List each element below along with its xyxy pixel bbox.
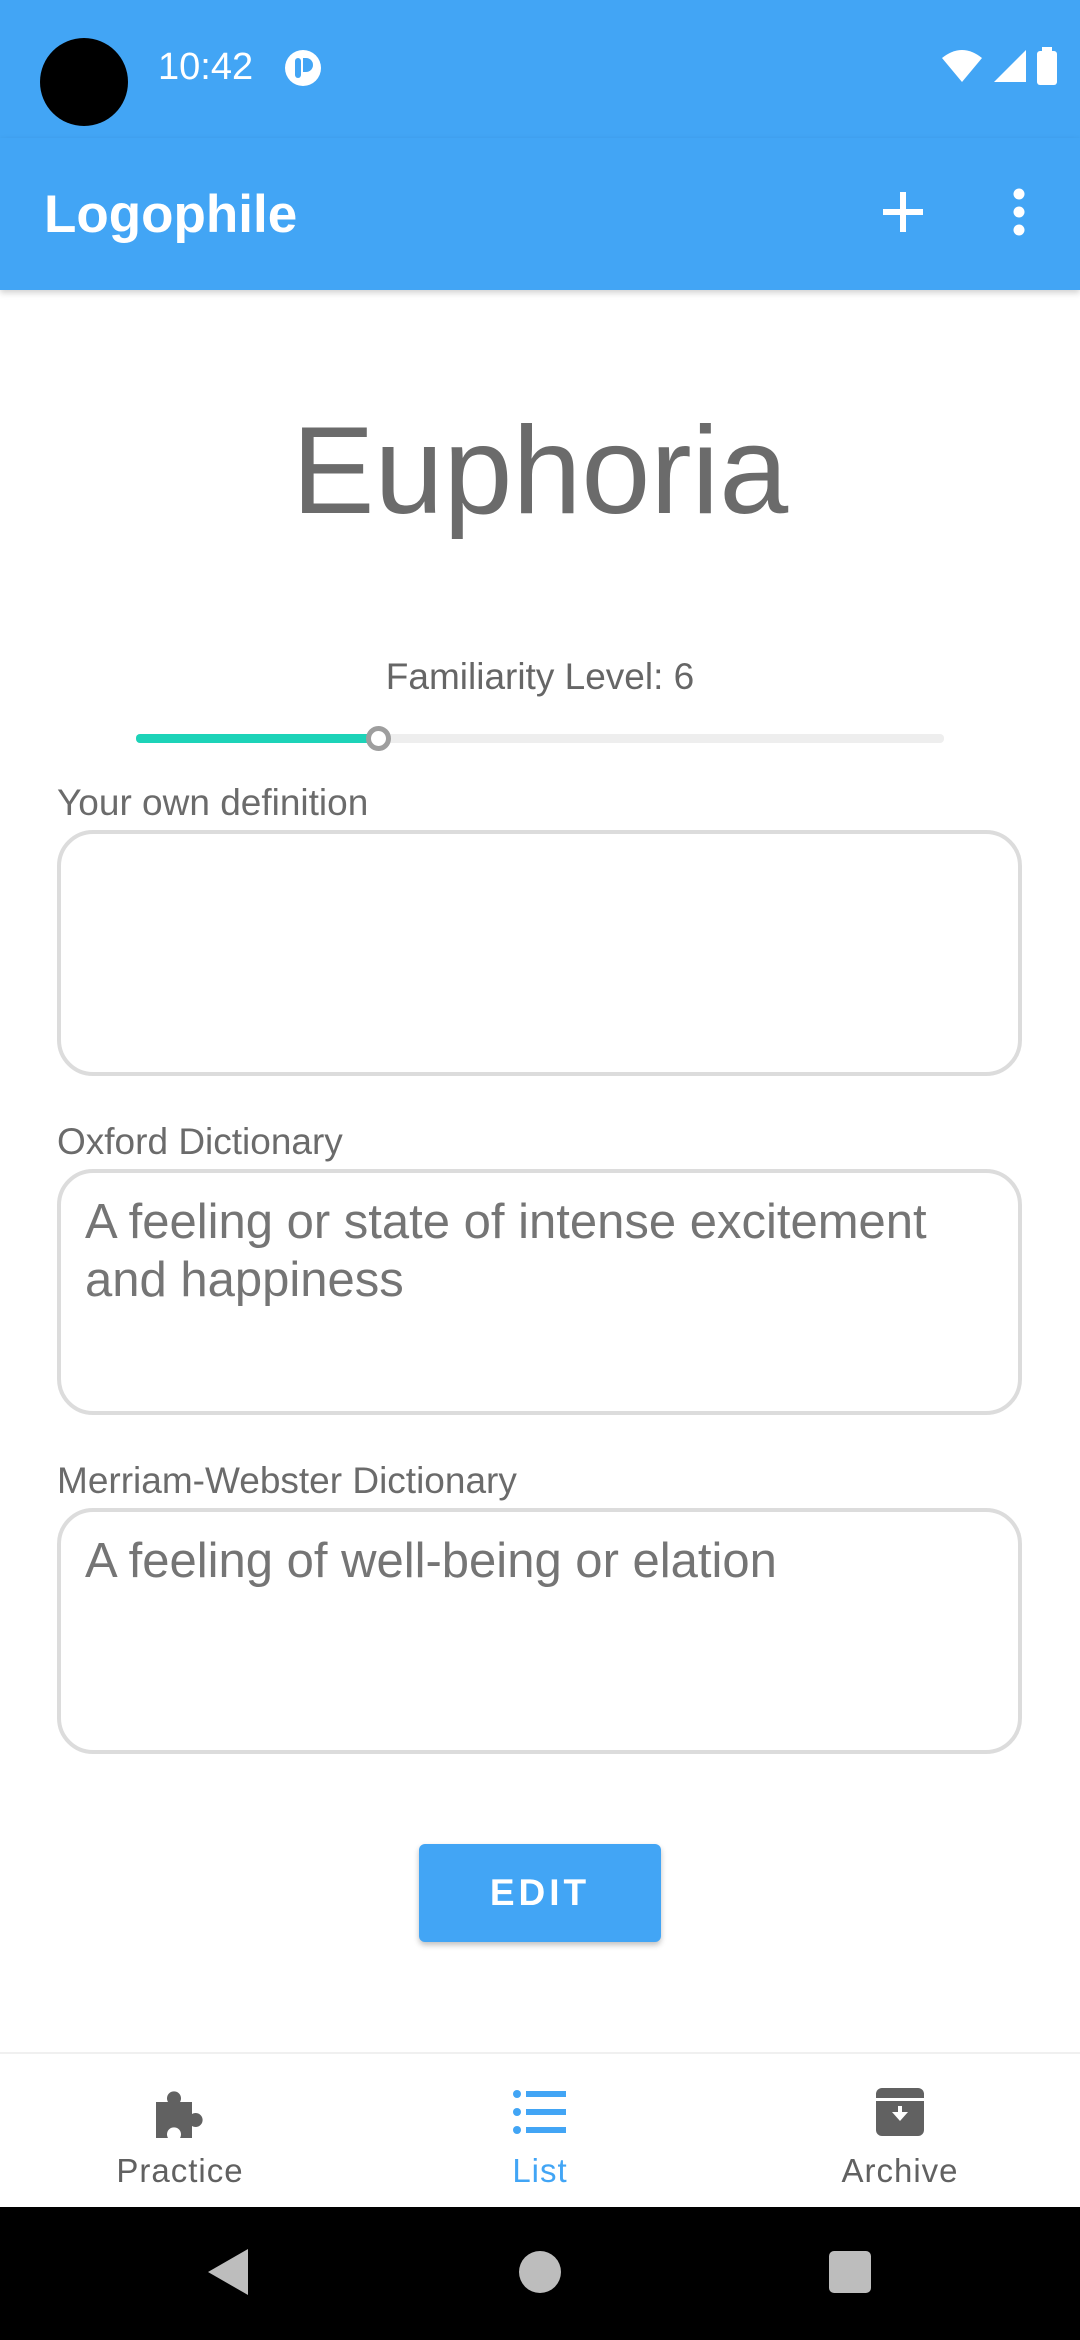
recents-square-icon — [828, 2250, 872, 2299]
status-bar: 10:42 — [0, 0, 1080, 138]
nav-item-archive[interactable]: Archive — [720, 2054, 1080, 2207]
battery-icon — [1036, 46, 1058, 90]
merriam-webster-definition-label: Merriam-Webster Dictionary — [57, 1460, 517, 1501]
oxford-definition-label: Oxford Dictionary — [57, 1121, 343, 1162]
status-icons — [940, 46, 1058, 90]
back-triangle-icon — [204, 2247, 250, 2302]
oxford-definition-field[interactable]: A feeling or state of intense excitement… — [57, 1169, 1022, 1415]
more-vertical-icon — [1011, 188, 1027, 241]
cell-signal-icon — [992, 48, 1028, 89]
edit-button[interactable]: EDIT — [419, 1844, 661, 1942]
camera-cutout — [40, 38, 128, 126]
notification-app-icon — [283, 48, 323, 88]
puzzle-icon — [148, 2080, 212, 2144]
list-icon — [508, 2080, 572, 2144]
home-circle-icon — [517, 2249, 563, 2300]
status-time: 10:42 — [158, 46, 254, 88]
nav-label-archive: Archive — [841, 2152, 959, 2189]
wifi-icon — [940, 48, 984, 89]
more-options-button[interactable] — [969, 164, 1069, 264]
familiarity-label: Familiarity Level: 6 — [385, 656, 695, 697]
nav-label-practice: Practice — [116, 2152, 244, 2189]
nav-item-list[interactable]: List — [360, 2054, 720, 2207]
word-title: Euphoria — [291, 402, 789, 540]
bottom-navigation: Practice List Archive — [0, 2052, 1080, 2207]
home-button[interactable] — [503, 2237, 577, 2311]
recents-button[interactable] — [813, 2237, 887, 2311]
add-word-button[interactable] — [853, 164, 953, 264]
system-navigation-bar — [0, 2207, 1080, 2340]
merriam-webster-definition-field[interactable]: A feeling of well-being or elation — [57, 1508, 1022, 1754]
slider-fill — [136, 734, 379, 743]
app-title: Logophile — [44, 185, 298, 244]
plus-icon — [881, 190, 925, 239]
own-definition-field[interactable] — [57, 830, 1022, 1076]
back-button[interactable] — [190, 2237, 264, 2311]
nav-item-practice[interactable]: Practice — [0, 2054, 360, 2207]
slider-thumb[interactable] — [366, 726, 392, 751]
nav-label-list: List — [512, 2152, 568, 2189]
familiarity-slider[interactable] — [136, 722, 944, 754]
own-definition-label: Your own definition — [57, 782, 369, 823]
app-bar: Logophile — [0, 138, 1080, 290]
archive-icon — [868, 2080, 932, 2144]
